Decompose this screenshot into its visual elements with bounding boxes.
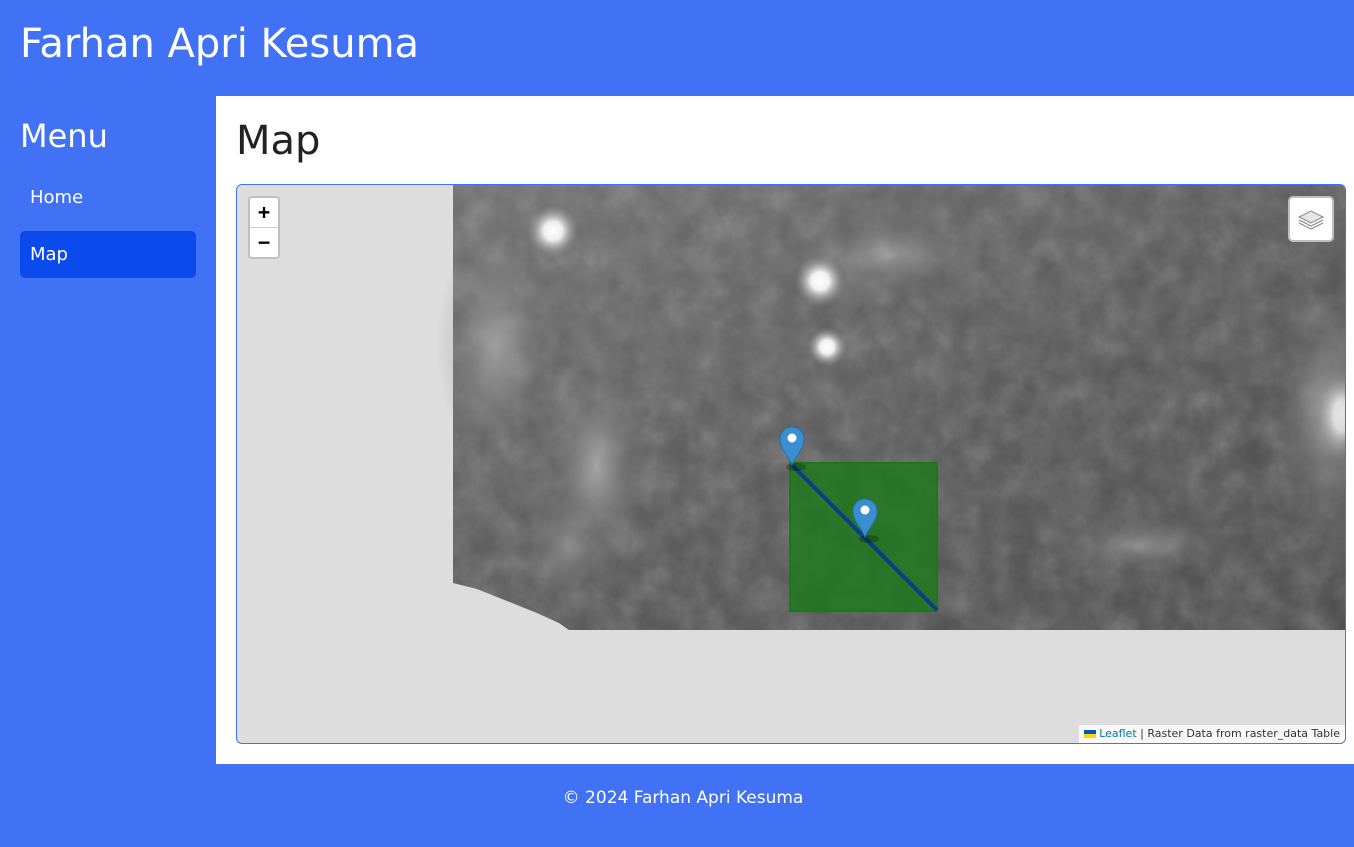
attribution-separator: |: [1136, 727, 1148, 740]
footer-text: © 2024 Farhan Apri Kesuma: [562, 788, 804, 808]
sidebar-item-home[interactable]: Home: [20, 174, 196, 221]
layers-icon: [1297, 210, 1325, 230]
sidebar: Menu Home Map: [0, 96, 216, 764]
header: Farhan Apri Kesuma: [0, 0, 1354, 96]
map[interactable]: + − Leaflet | Raster Data from raster_da…: [236, 184, 1346, 744]
footer: © 2024 Farhan Apri Kesuma: [0, 764, 1354, 847]
leaflet-link[interactable]: Leaflet: [1099, 727, 1136, 740]
raster-layer[interactable]: [237, 185, 1346, 744]
zoom-out-button[interactable]: −: [250, 228, 278, 257]
site-title: Farhan Apri Kesuma: [20, 21, 420, 67]
page-title: Map: [236, 118, 321, 164]
menu-title: Menu: [20, 117, 108, 155]
ukraine-flag-icon: [1084, 730, 1097, 738]
zoom-in-button[interactable]: +: [250, 198, 278, 228]
layers-control-button[interactable]: [1288, 196, 1334, 242]
attribution-text: Raster Data from raster_data Table: [1147, 727, 1340, 740]
sidebar-item-map[interactable]: Map: [20, 231, 196, 278]
map-attribution: Leaflet | Raster Data from raster_data T…: [1079, 725, 1345, 743]
zoom-control: + −: [248, 196, 280, 259]
